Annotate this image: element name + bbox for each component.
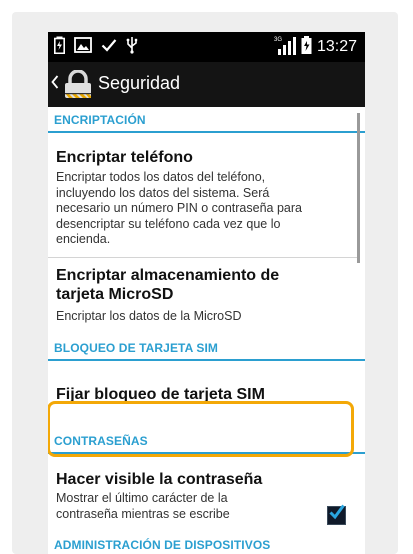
section-header-encryption: ENCRIPTACIÓN (48, 107, 365, 133)
usb-icon (126, 36, 138, 59)
subtitle-line: Mostrar el último carácter de la (56, 491, 228, 505)
subtitle-line: necesario un número PIN o contraseña par… (56, 201, 302, 215)
list-item-show-password[interactable]: Hacer visible la contraseña Mostrar el ú… (48, 455, 365, 527)
subtitle-line: Encriptar todos los datos del teléfono, (56, 170, 266, 184)
title-line: Encriptar almacenamiento de (56, 267, 280, 284)
subtitle-line: contraseña mientras se escribe (56, 506, 230, 521)
signal-3g-icon: 3G (274, 35, 296, 60)
section-header-label: BLOQUEO DE TARJETA SIM (54, 341, 218, 355)
item-title: Hacer visible la contraseña (56, 471, 263, 488)
subtitle-line: encienda. (56, 232, 111, 246)
scrollbar-thumb[interactable] (357, 113, 360, 263)
phone-screen: 3G 13:27 Seguridad ENCRIPTACIÓN Encripta… (48, 32, 365, 554)
title-line: tarjeta MicroSD (56, 286, 174, 303)
item-subtitle: Encriptar los datos de la MicroSD (56, 309, 242, 323)
action-bar: Seguridad (48, 62, 365, 107)
show-password-checkbox[interactable] (327, 504, 346, 525)
page-background: 3G 13:27 Seguridad ENCRIPTACIÓN Encripta… (0, 0, 413, 554)
highlight-annotation (48, 401, 354, 457)
list-item-encrypt-microsd[interactable]: Encriptar almacenamiento de tarjeta Micr… (48, 258, 365, 333)
battery-charging-icon (54, 36, 65, 59)
item-title: Encriptar teléfono (56, 149, 193, 166)
item-subtitle: Mostrar el último carácter de la contras… (56, 491, 296, 522)
battery-icon (301, 35, 312, 59)
subtitle-line: incluyendo los datos del sistema. Será (56, 185, 270, 200)
page-title: Seguridad (98, 73, 181, 93)
status-bar-notifications (54, 36, 138, 59)
settings-list[interactable]: ENCRIPTACIÓN Encriptar teléfono Encripta… (48, 107, 365, 554)
status-bar-time: 13:27 (316, 38, 357, 55)
section-header-sim-lock: BLOQUEO DE TARJETA SIM (48, 335, 365, 361)
svg-text:3G: 3G (274, 37, 282, 43)
section-header-label: ADMINISTRACIÓN DE DISPOSITIVOS (54, 538, 271, 552)
item-subtitle: Encriptar todos los datos del teléfono, … (56, 170, 346, 248)
image-icon (74, 36, 92, 58)
status-bar: 3G 13:27 (48, 32, 365, 62)
section-header-label: ENCRIPTACIÓN (54, 113, 146, 127)
lock-icon[interactable] (61, 69, 95, 105)
item-title: Encriptar almacenamiento de tarjeta Micr… (56, 266, 279, 304)
chevron-left-icon[interactable] (51, 75, 59, 94)
subtitle-line: desencriptar su teléfono cada vez que lo (56, 216, 281, 231)
check-icon (101, 38, 117, 57)
status-bar-system: 3G 13:27 (274, 35, 357, 60)
section-header-device-admin: ADMINISTRACIÓN DE DISPOSITIVOS (48, 532, 365, 554)
